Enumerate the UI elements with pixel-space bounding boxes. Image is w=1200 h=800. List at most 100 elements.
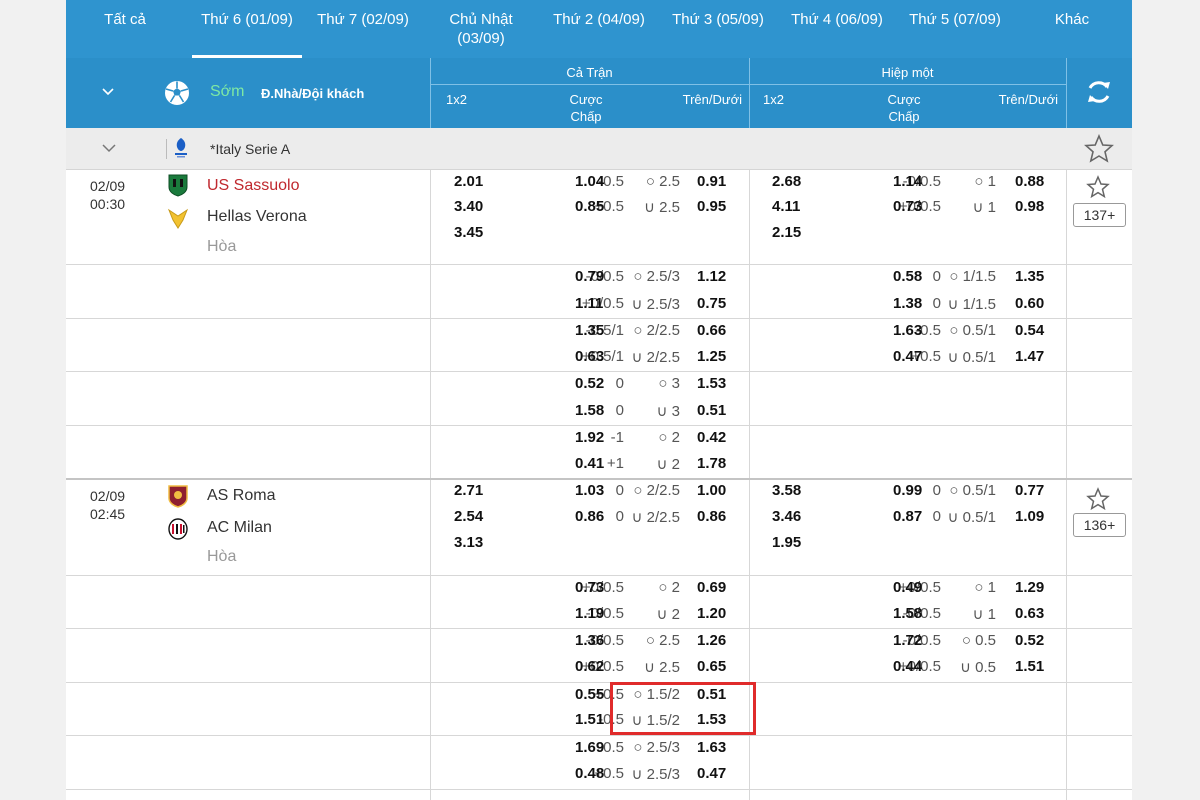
handicap-odds-h1[interactable]: 0.44 [893,658,922,675]
tab-tuesday[interactable]: Thứ 3 (05/09) [663,10,773,29]
handicap-odds[interactable]: 1.19 [575,605,604,622]
odds-draw[interactable]: 3.13 [454,534,504,551]
under-line[interactable]: ∪ 2/2.5 [610,348,680,366]
handicap-odds-h1[interactable]: 1.58 [893,605,922,622]
odds-away-h1[interactable]: 3.46 [772,508,822,525]
over-line[interactable]: ○ 2.5 [610,173,680,190]
under-line-h1[interactable]: ∪ 0.5 [926,658,996,676]
under-odds[interactable]: 0.47 [697,765,726,782]
handicap-odds[interactable]: 0.62 [575,658,604,675]
over-line[interactable]: ○ 2/2.5 [610,322,680,339]
handicap-odds[interactable]: 1.69 [575,739,604,756]
odds-home-h1[interactable]: 3.58 [772,482,822,499]
handicap-odds[interactable]: 0.79 [575,268,604,285]
early-market-label[interactable]: Sớm [210,83,245,101]
under-odds-h1[interactable]: 0.63 [1015,605,1044,622]
handicap-odds-h1[interactable]: 0.47 [893,348,922,365]
under-line[interactable]: ∪ 2.5 [610,198,680,216]
handicap-odds-h1[interactable]: 1.63 [893,322,922,339]
over-line-h1[interactable]: ○ 0.5/1 [926,482,996,499]
over-odds[interactable]: 0.66 [697,322,726,339]
under-line[interactable]: ∪ 2/2.5 [610,508,680,526]
handicap-odds[interactable]: 0.73 [575,579,604,596]
under-odds[interactable]: 1.78 [697,455,726,472]
refresh-icon[interactable] [1085,78,1113,106]
handicap-odds-h1[interactable]: 0.58 [893,268,922,285]
over-odds[interactable]: 1.63 [697,739,726,756]
handicap-odds-h1[interactable]: 1.14 [893,173,922,190]
over-odds-h1[interactable]: 1.35 [1015,268,1044,285]
chevron-down-icon[interactable] [102,86,114,98]
over-odds[interactable]: 0.69 [697,579,726,596]
under-line[interactable]: ∪ 2.5/3 [610,765,680,783]
odds-home[interactable]: 2.71 [454,482,504,499]
handicap-odds-h1[interactable]: 0.99 [893,482,922,499]
away-team[interactable]: Hellas Verona [207,208,307,226]
handicap-odds[interactable]: 1.36 [575,632,604,649]
under-line[interactable]: ∪ 2.5 [610,658,680,676]
under-odds[interactable]: 0.51 [697,402,726,419]
over-odds[interactable]: 1.53 [697,375,726,392]
handicap-odds[interactable]: 0.86 [575,508,604,525]
under-line-h1[interactable]: ∪ 1 [926,605,997,623]
under-odds[interactable]: 1.25 [697,348,726,365]
handicap-odds[interactable]: 0.63 [575,348,604,365]
handicap-odds[interactable]: 1.03 [575,482,604,499]
under-odds[interactable]: 0.95 [697,198,726,215]
under-odds-h1[interactable]: 1.51 [1015,658,1044,675]
under-odds-h1[interactable]: 1.09 [1015,508,1044,525]
under-odds[interactable]: 0.65 [697,658,726,675]
away-team[interactable]: AC Milan [207,519,272,537]
tab-saturday[interactable]: Thứ 7 (02/09) [308,10,418,29]
home-team[interactable]: AS Roma [207,487,275,505]
more-markets-button[interactable]: 137+ [1073,203,1126,227]
handicap-odds[interactable]: 1.92 [575,429,604,446]
tab-friday[interactable]: Thứ 6 (01/09) [192,10,302,29]
odds-home[interactable]: 2.01 [454,173,504,190]
star-icon[interactable] [1084,134,1114,164]
handicap-odds[interactable]: 1.51 [575,711,604,728]
over-line-h1[interactable]: ○ 1 [926,173,996,190]
odds-draw[interactable]: 3.45 [454,224,504,241]
over-odds-h1[interactable]: 0.52 [1015,632,1044,649]
odds-away-h1[interactable]: 4.11 [772,198,822,215]
over-line[interactable]: ○ 2/2.5 [610,482,680,499]
handicap-odds[interactable]: 0.48 [575,765,604,782]
over-line[interactable]: ○ 2 [610,429,680,446]
under-line-h1[interactable]: ∪ 0.5/1 [926,508,996,526]
under-line[interactable]: ∪ 2 [610,455,681,473]
handicap-odds[interactable]: 1.04 [575,173,604,190]
over-odds[interactable]: 1.00 [697,482,726,499]
more-markets-button[interactable]: 136+ [1073,513,1126,537]
under-odds-h1[interactable]: 0.98 [1015,198,1044,215]
home-team[interactable]: US Sassuolo [207,177,300,195]
over-line[interactable]: ○ 2 [610,579,680,596]
handicap-odds[interactable]: 0.55 [575,686,604,703]
tab-other[interactable]: Khác [1042,10,1102,29]
odds-away[interactable]: 3.40 [454,198,504,215]
under-odds[interactable]: 0.86 [697,508,726,525]
under-odds-h1[interactable]: 0.60 [1015,295,1044,312]
chevron-down-icon[interactable] [102,143,116,153]
under-line[interactable]: ∪ 3 [610,402,681,420]
over-line-h1[interactable]: ○ 0.5 [926,632,996,649]
handicap-odds-h1[interactable]: 1.72 [893,632,922,649]
over-odds-h1[interactable]: 1.29 [1015,579,1044,596]
over-line[interactable]: ○ 3 [610,375,680,392]
tab-all[interactable]: Tất cả [92,10,158,29]
odds-away[interactable]: 2.54 [454,508,504,525]
handicap-odds-h1[interactable]: 1.38 [893,295,922,312]
over-line-h1[interactable]: ○ 1/1.5 [926,268,996,285]
handicap-odds[interactable]: 0.85 [575,198,604,215]
under-odds[interactable]: 1.20 [697,605,726,622]
over-odds[interactable]: 0.42 [697,429,726,446]
tab-thursday[interactable]: Thứ 5 (07/09) [900,10,1010,29]
handicap-odds[interactable]: 1.58 [575,402,604,419]
over-line[interactable]: ○ 2.5 [610,632,680,649]
over-odds-h1[interactable]: 0.54 [1015,322,1044,339]
odds-home-h1[interactable]: 2.68 [772,173,822,190]
over-odds[interactable]: 1.12 [697,268,726,285]
handicap-odds-h1[interactable]: 0.87 [893,508,922,525]
handicap-odds[interactable]: 0.41 [575,455,604,472]
odds-draw-h1[interactable]: 1.95 [772,534,822,551]
